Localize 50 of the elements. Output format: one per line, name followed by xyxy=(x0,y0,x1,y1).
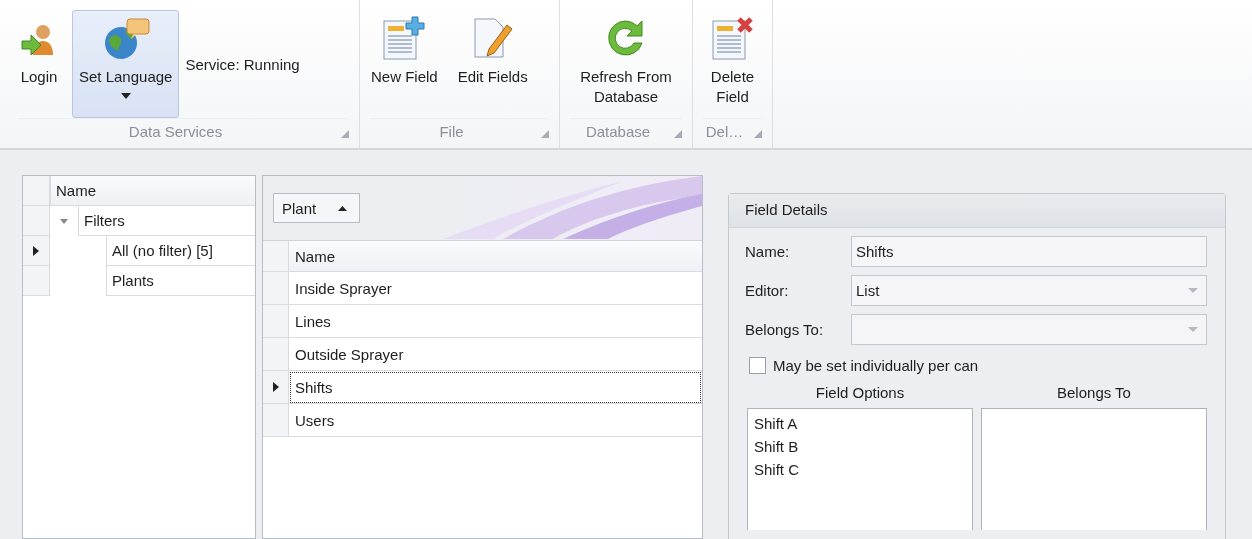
list-title: Field Options xyxy=(815,384,905,403)
tree-node[interactable]: Filters xyxy=(78,206,255,236)
dropdown-arrow-icon xyxy=(1188,288,1198,293)
text-field[interactable]: Shifts xyxy=(851,236,1207,267)
ribbon-button[interactable]: New Field xyxy=(364,10,445,118)
table-cell[interactable]: Shifts xyxy=(289,371,702,404)
list-box[interactable]: Shift A Shift B Shift C xyxy=(747,408,973,530)
tree-node[interactable]: Plants xyxy=(106,266,255,296)
ribbon-button[interactable]: Login xyxy=(12,10,66,118)
field-label: Editor: xyxy=(745,282,790,299)
group-by-button[interactable]: Plant xyxy=(273,193,361,223)
field-label: Name: xyxy=(745,243,791,260)
table-cell[interactable]: Users xyxy=(289,404,702,437)
document-add-icon xyxy=(382,15,427,61)
dialog-launcher-icon[interactable] xyxy=(341,129,349,138)
table-cell[interactable]: Inside Sprayer xyxy=(289,272,702,305)
checkbox[interactable] xyxy=(749,357,766,374)
panel-title: Field Details xyxy=(729,194,1225,228)
list-item[interactable]: Shift A xyxy=(754,412,966,435)
checkbox-label: May be set individually per can xyxy=(773,357,979,374)
row-header[interactable] xyxy=(263,371,289,404)
group-label: Data Services xyxy=(127,122,224,142)
ribbon-button[interactable]: Delete Field xyxy=(697,10,768,118)
document-delete-icon xyxy=(710,15,755,61)
dialog-launcher-icon[interactable] xyxy=(541,129,549,138)
row-indicator-icon xyxy=(33,245,39,256)
dialog-launcher-icon[interactable] xyxy=(754,129,762,138)
field-label: Belongs To: xyxy=(745,321,825,338)
ribbon-button[interactable]: Edit Fields xyxy=(450,10,535,118)
ribbon-button[interactable]: Refresh From Database xyxy=(564,10,688,118)
sort-arrow-icon xyxy=(338,205,348,211)
list-item[interactable]: Shift B xyxy=(754,435,966,458)
collapse-arrow-icon[interactable] xyxy=(59,217,69,225)
dropdown-arrow-icon xyxy=(1188,327,1198,332)
group-label: Del… xyxy=(704,122,745,142)
ribbon-button[interactable]: Set Language xyxy=(72,10,180,118)
dropdown-field[interactable]: List xyxy=(851,275,1207,306)
list-title: Belongs To xyxy=(1057,384,1131,403)
column-header[interactable]: Name xyxy=(289,241,702,272)
table-cell[interactable]: Lines xyxy=(289,305,702,338)
row-header[interactable] xyxy=(23,236,50,266)
group-label: Database xyxy=(584,122,652,142)
row-indicator-icon xyxy=(272,382,279,392)
dialog-launcher-icon[interactable] xyxy=(674,129,682,138)
dropdown-field[interactable] xyxy=(851,314,1207,345)
status-text: Service: Running xyxy=(185,55,300,73)
list-item[interactable]: Shift C xyxy=(754,458,966,481)
group-label: File xyxy=(438,122,465,142)
table-cell[interactable]: Outside Sprayer xyxy=(289,338,702,371)
tree-node[interactable]: All (no filter) [5] xyxy=(106,236,255,266)
